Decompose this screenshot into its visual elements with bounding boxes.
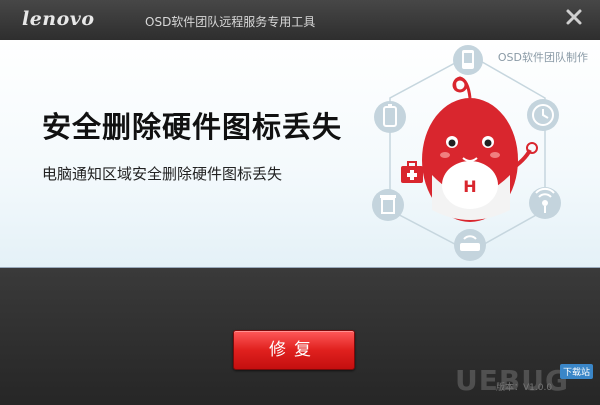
- battery-icon: [374, 101, 406, 133]
- mascot-illustration: H: [372, 45, 561, 261]
- trash-icon: [372, 189, 404, 221]
- svg-text:H: H: [463, 177, 476, 196]
- phone-icon: [453, 45, 483, 75]
- window-title: OSD软件团队远程服务专用工具: [145, 15, 316, 29]
- first-aid-kit-icon: [401, 161, 423, 183]
- mascot-figure: H: [422, 76, 538, 222]
- title-bar[interactable]: lenovo OSD软件团队远程服务专用工具: [0, 0, 600, 40]
- signal-icon: [529, 187, 561, 219]
- close-icon[interactable]: [563, 6, 585, 28]
- watermark-badge: 下载站: [560, 364, 594, 379]
- info-banner: OSD软件团队制作 安全删除硬件图标丢失 电脑通知区域安全删除硬件图标丢失 H: [0, 40, 600, 268]
- version-label: 版本：V1.0.0: [496, 383, 553, 393]
- lenovo-logo: lenovo: [22, 8, 95, 30]
- footer-bar: 修复 UEBUG 下载站 版本：V1.0.0: [0, 268, 600, 405]
- router-icon: [454, 229, 486, 261]
- app-window: lenovo OSD软件团队远程服务专用工具 OSD软件团队制作 安全删除硬件图…: [0, 0, 600, 405]
- repair-button[interactable]: 修复: [233, 330, 355, 370]
- clock-icon: [527, 99, 559, 131]
- problem-headline: 安全删除硬件图标丢失: [42, 110, 343, 144]
- problem-description: 电脑通知区域安全删除硬件图标丢失: [42, 165, 283, 183]
